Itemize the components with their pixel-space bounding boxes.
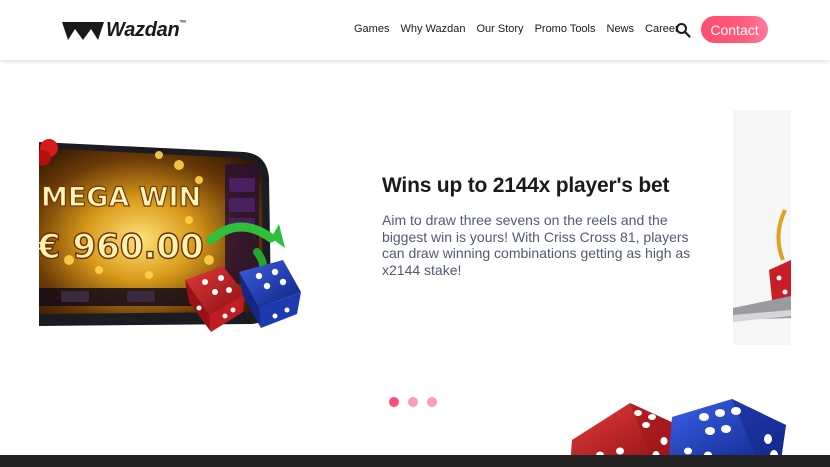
nav-item-promo-tools[interactable]: Promo Tools — [535, 23, 596, 35]
logo-trademark: ™ — [179, 20, 187, 27]
slide-game-image: MEGA WIN € 960.00 — [39, 139, 301, 332]
nav-item-career[interactable]: Career — [645, 23, 679, 35]
nav-item-news[interactable]: News — [607, 23, 635, 35]
footer-bar — [0, 455, 830, 467]
mega-win-text: MEGA WIN — [41, 182, 201, 213]
carousel-dot-1[interactable] — [389, 397, 399, 407]
nav-item-our-story[interactable]: Our Story — [476, 23, 523, 35]
contact-button[interactable]: Contact — [701, 16, 768, 43]
carousel-dot-3[interactable] — [427, 397, 437, 407]
slide-title: Wins up to 2144x player's bet — [382, 174, 670, 197]
page: Wazdan ™ Games Why Wazdan Our Story Prom… — [0, 0, 830, 467]
main-nav: Games Why Wazdan Our Story Promo Tools N… — [354, 23, 690, 35]
logo-mark-icon — [62, 21, 104, 40]
wazdan-logo[interactable]: Wazdan ™ — [62, 19, 186, 42]
site-header: Wazdan ™ Games Why Wazdan Our Story Prom… — [0, 0, 830, 60]
carousel-dot-2[interactable] — [408, 397, 418, 407]
win-amount-text: € 960.00 — [39, 227, 204, 267]
nav-item-games[interactable]: Games — [354, 23, 389, 35]
logo-text: Wazdan — [106, 19, 180, 41]
next-slide-preview-image — [733, 110, 791, 345]
slide-description: Aim to draw three sevens on the reels an… — [382, 212, 691, 278]
nav-item-why-wazdan[interactable]: Why Wazdan — [400, 23, 465, 35]
search-icon[interactable] — [675, 22, 691, 38]
carousel-dots — [389, 397, 446, 407]
